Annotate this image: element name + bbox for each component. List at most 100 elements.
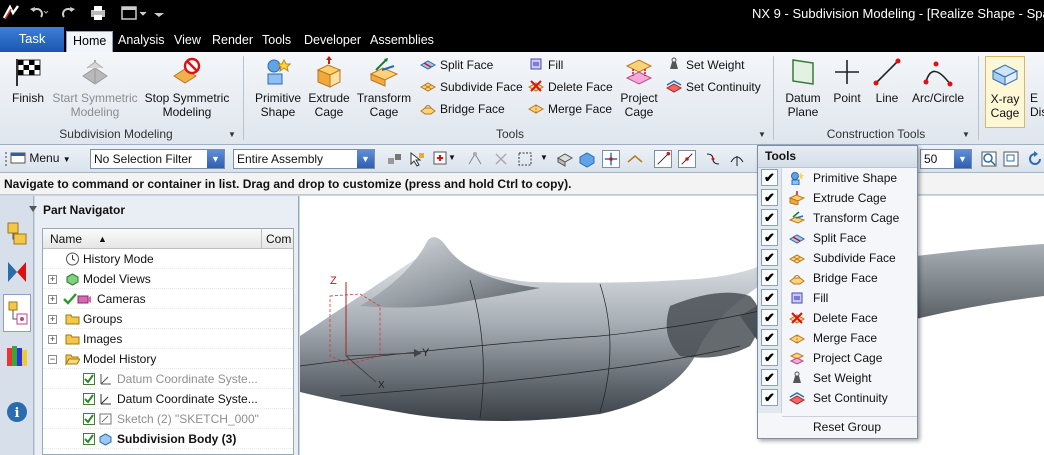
tree-row-datum-csys-1[interactable]: Datum Coordinate Syste... xyxy=(43,369,293,389)
fill-button[interactable]: Fill xyxy=(528,56,563,74)
tree-row-model-history[interactable]: − Model History xyxy=(43,349,293,369)
tree-row-subdivision-body[interactable]: Subdivision Body (3) xyxy=(43,429,293,449)
menu-checkbox[interactable]: ✔ xyxy=(761,309,778,326)
visibility-checkbox[interactable] xyxy=(83,373,95,385)
task-tab[interactable]: Task xyxy=(0,27,64,52)
project-cage-button[interactable]: Project Cage xyxy=(615,56,663,119)
cage-vertex-icon[interactable] xyxy=(602,150,620,168)
tab-analysis[interactable]: Analysis xyxy=(112,31,171,52)
web-browser-icon[interactable]: i xyxy=(5,398,29,426)
rectangle-selection-icon[interactable] xyxy=(516,150,534,168)
reset-group-menu-item[interactable]: Reset Group xyxy=(813,417,913,437)
window-layout-icon[interactable] xyxy=(120,4,150,22)
menu-item-fill[interactable]: ✔ Fill xyxy=(758,288,917,308)
column-header-name[interactable]: Name xyxy=(50,229,82,249)
chevron-down-icon[interactable]: ▼ xyxy=(448,153,456,162)
redo-icon[interactable] xyxy=(60,4,78,22)
menu-checkbox[interactable]: ✔ xyxy=(761,209,778,226)
curve-endpoint-icon[interactable] xyxy=(654,150,672,168)
finish-button[interactable]: Finish xyxy=(6,56,50,105)
arc-circle-button[interactable]: Arc/Circle xyxy=(908,56,968,105)
menu-item-project-cage[interactable]: ✔ Project Cage xyxy=(758,348,917,368)
menu-checkbox[interactable]: ✔ xyxy=(761,169,778,186)
menu-item-extrude-cage[interactable]: ✔ Extrude Cage xyxy=(758,188,917,208)
menu-checkbox[interactable]: ✔ xyxy=(761,349,778,366)
arc-center-icon[interactable] xyxy=(728,150,746,168)
curve-on-surface-icon[interactable] xyxy=(704,150,722,168)
customize-quick-access-icon[interactable] xyxy=(152,4,166,22)
primitive-shape-button[interactable]: Primitive Shape xyxy=(250,56,306,119)
cage-body-icon[interactable] xyxy=(556,150,574,168)
tab-view[interactable]: View xyxy=(168,31,207,52)
assembly-navigator-icon[interactable] xyxy=(5,220,29,248)
tree-row-groups[interactable]: + Groups xyxy=(43,309,293,329)
fit-view-icon[interactable] xyxy=(980,150,998,168)
rotate-icon[interactable] xyxy=(1026,150,1044,168)
chevron-down-icon[interactable]: ▼ xyxy=(540,153,548,162)
tab-assemblies[interactable]: Assemblies xyxy=(364,31,440,52)
point-button[interactable]: Point xyxy=(829,56,865,105)
expand-icon[interactable]: + xyxy=(48,315,57,324)
tab-tools[interactable]: Tools xyxy=(256,31,297,52)
scope-dropdown[interactable]: Entire Assembly ▼ xyxy=(233,149,375,169)
menu-checkbox[interactable]: ✔ xyxy=(761,289,778,306)
xray-cage-button[interactable]: X-ray Cage xyxy=(985,56,1025,128)
nx-logo-icon[interactable] xyxy=(2,4,20,22)
visibility-checkbox[interactable] xyxy=(83,393,95,405)
column-header-comment[interactable]: Com xyxy=(266,229,291,249)
merge-face-button[interactable]: Merge Face xyxy=(528,100,612,118)
tree-row-sketch[interactable]: Sketch (2) "SKETCH_000" xyxy=(43,409,293,429)
menu-item-bridge-face[interactable]: ✔ Bridge Face xyxy=(758,268,917,288)
bridge-face-button[interactable]: Bridge Face xyxy=(420,100,505,118)
select-all-icon[interactable] xyxy=(492,150,510,168)
zoom-icon[interactable] xyxy=(1002,150,1020,168)
expand-icon[interactable]: + xyxy=(48,275,57,284)
tree-row-datum-csys-2[interactable]: Datum Coordinate Syste... xyxy=(43,389,293,409)
constraint-navigator-icon[interactable] xyxy=(5,258,29,286)
graphics-window[interactable]: Z Y X xyxy=(300,196,1044,455)
tab-render[interactable]: Render xyxy=(206,31,259,52)
set-weight-button[interactable]: Set Weight xyxy=(666,56,744,74)
menu-checkbox[interactable]: ✔ xyxy=(761,329,778,346)
menu-item-subdivide-face[interactable]: ✔ Subdivide Face xyxy=(758,248,917,268)
solid-body-icon[interactable] xyxy=(578,150,596,168)
transform-cage-button[interactable]: Transform Cage xyxy=(353,56,415,119)
visibility-checkbox[interactable] xyxy=(83,413,95,425)
curve-midpoint-icon[interactable] xyxy=(678,150,696,168)
menu-checkbox[interactable]: ✔ xyxy=(761,189,778,206)
split-face-button[interactable]: Split Face xyxy=(420,56,493,74)
delete-face-button[interactable]: Delete Face xyxy=(528,78,613,96)
menu-item-set-continuity[interactable]: ✔ Set Continuity xyxy=(758,388,917,408)
menu-checkbox[interactable]: ✔ xyxy=(761,249,778,266)
edge-display-button[interactable]: E Dis xyxy=(1030,56,1044,119)
tab-developer[interactable]: Developer xyxy=(298,31,367,52)
menu-item-transform-cage[interactable]: ✔ Transform Cage xyxy=(758,208,917,228)
menu-item-merge-face[interactable]: ✔ Merge Face xyxy=(758,328,917,348)
print-icon[interactable] xyxy=(88,4,108,22)
tree-row-model-views[interactable]: + Model Views xyxy=(43,269,293,289)
set-continuity-button[interactable]: Set Continuity xyxy=(666,78,761,96)
select-parts-icon[interactable] xyxy=(408,150,426,168)
subdivision-model-view[interactable]: Z Y X xyxy=(300,196,1044,455)
tree-row-cameras[interactable]: + Cameras xyxy=(43,289,293,309)
menu-item-primitive-shape[interactable]: ✔ Primitive Shape xyxy=(758,168,917,188)
menu-item-set-weight[interactable]: ✔ Set Weight xyxy=(758,368,917,388)
tree-row-history-mode[interactable]: History Mode xyxy=(43,249,293,269)
undo-icon[interactable] xyxy=(27,4,49,22)
start-symmetric-modeling-button[interactable]: Start Symmetric Modeling xyxy=(50,56,140,119)
tree-row-images[interactable]: + Images xyxy=(43,329,293,349)
line-button[interactable]: Line xyxy=(870,56,904,105)
cage-edge-icon[interactable] xyxy=(626,150,644,168)
tools-group-menu-icon[interactable]: ▼ xyxy=(758,130,766,139)
menu-item-delete-face[interactable]: ✔ Delete Face xyxy=(758,308,917,328)
assembly-filter-icon[interactable] xyxy=(386,150,404,168)
construction-group-menu-icon[interactable]: ▼ xyxy=(962,130,970,139)
collapse-arrow-icon[interactable] xyxy=(29,206,37,212)
reuse-library-icon[interactable] xyxy=(5,342,29,370)
menu-button[interactable]: Menu ▼ xyxy=(10,151,71,165)
expand-icon[interactable]: + xyxy=(48,335,57,344)
menu-checkbox[interactable]: ✔ xyxy=(761,389,778,406)
menu-item-split-face[interactable]: ✔ Split Face xyxy=(758,228,917,248)
expand-icon[interactable]: + xyxy=(48,295,57,304)
menu-checkbox[interactable]: ✔ xyxy=(761,369,778,386)
